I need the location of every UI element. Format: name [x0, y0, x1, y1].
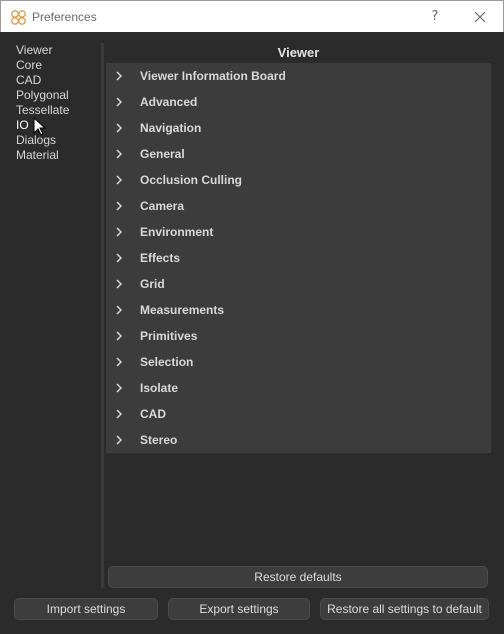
section-camera[interactable]: Camera [106, 193, 491, 219]
title-bar: Preferences ? [0, 0, 504, 32]
section-selection[interactable]: Selection [106, 349, 491, 375]
close-icon[interactable] [469, 7, 491, 27]
nav-item-io[interactable]: IO [16, 118, 100, 133]
restore-all-settings-button[interactable]: Restore all settings to default [320, 598, 489, 620]
section-label: Grid [140, 277, 165, 291]
section-label: Isolate [140, 381, 179, 395]
dialog-body: Viewer Core CAD Polygonal Tessellate IO … [0, 32, 504, 634]
section-occlusion-culling[interactable]: Occlusion Culling [106, 167, 491, 193]
section-grid[interactable]: Grid [106, 271, 491, 297]
nav-item-core[interactable]: Core [16, 58, 100, 73]
section-label: Navigation [140, 121, 202, 135]
section-label: Advanced [140, 95, 198, 109]
section-list: Viewer Information Board Advanced Naviga… [106, 63, 491, 453]
section-label: Measurements [140, 303, 225, 317]
chevron-right-icon [116, 227, 123, 237]
help-button[interactable]: ? [425, 7, 445, 27]
section-label: Occlusion Culling [140, 173, 243, 187]
settings-panel: Viewer Viewer Information Board Advanced… [106, 43, 491, 588]
section-stereo[interactable]: Stereo [106, 427, 491, 453]
section-effects[interactable]: Effects [106, 245, 491, 271]
chevron-right-icon [116, 149, 123, 159]
nav-item-polygonal[interactable]: Polygonal [16, 88, 100, 103]
section-label: Viewer Information Board [140, 69, 286, 83]
section-label: Stereo [140, 433, 178, 447]
chevron-right-icon [116, 409, 123, 419]
section-cad[interactable]: CAD [106, 401, 491, 427]
chevron-right-icon [116, 357, 123, 367]
app-logo-icon [11, 10, 26, 25]
section-environment[interactable]: Environment [106, 219, 491, 245]
nav-item-material[interactable]: Material [16, 148, 100, 163]
section-isolate[interactable]: Isolate [106, 375, 491, 401]
section-viewer-information-board[interactable]: Viewer Information Board [106, 63, 491, 89]
mouse-cursor-icon [33, 117, 47, 136]
panel-title: Viewer [277, 45, 320, 60]
chevron-right-icon [116, 175, 123, 185]
nav-item-dialogs[interactable]: Dialogs [16, 133, 100, 148]
section-label: CAD [140, 407, 166, 421]
chevron-right-icon [116, 123, 123, 133]
section-label: Effects [140, 251, 181, 265]
chevron-right-icon [116, 331, 123, 341]
chevron-right-icon [116, 435, 123, 445]
section-label: Primitives [140, 329, 198, 343]
splitter-handle[interactable] [101, 43, 104, 588]
import-settings-button[interactable]: Import settings [14, 598, 158, 620]
chevron-right-icon [116, 305, 123, 315]
nav-item-viewer[interactable]: Viewer [16, 43, 100, 58]
section-label: General [140, 147, 185, 161]
chevron-right-icon [116, 201, 123, 211]
chevron-right-icon [116, 97, 123, 107]
section-navigation[interactable]: Navigation [106, 115, 491, 141]
section-general[interactable]: General [106, 141, 491, 167]
export-settings-button[interactable]: Export settings [168, 598, 310, 620]
section-label: Selection [140, 355, 194, 369]
chevron-right-icon [116, 279, 123, 289]
category-list: Viewer Core CAD Polygonal Tessellate IO … [16, 43, 100, 163]
section-primitives[interactable]: Primitives [106, 323, 491, 349]
window-title: Preferences [32, 10, 97, 24]
section-label: Camera [140, 199, 185, 213]
section-advanced[interactable]: Advanced [106, 89, 491, 115]
chevron-right-icon [116, 383, 123, 393]
nav-item-cad[interactable]: CAD [16, 73, 100, 88]
section-label: Environment [140, 225, 214, 239]
nav-item-tessellate[interactable]: Tessellate [16, 103, 100, 118]
chevron-right-icon [116, 253, 123, 263]
section-measurements[interactable]: Measurements [106, 297, 491, 323]
chevron-right-icon [116, 71, 123, 81]
restore-defaults-button[interactable]: Restore defaults [108, 566, 488, 588]
